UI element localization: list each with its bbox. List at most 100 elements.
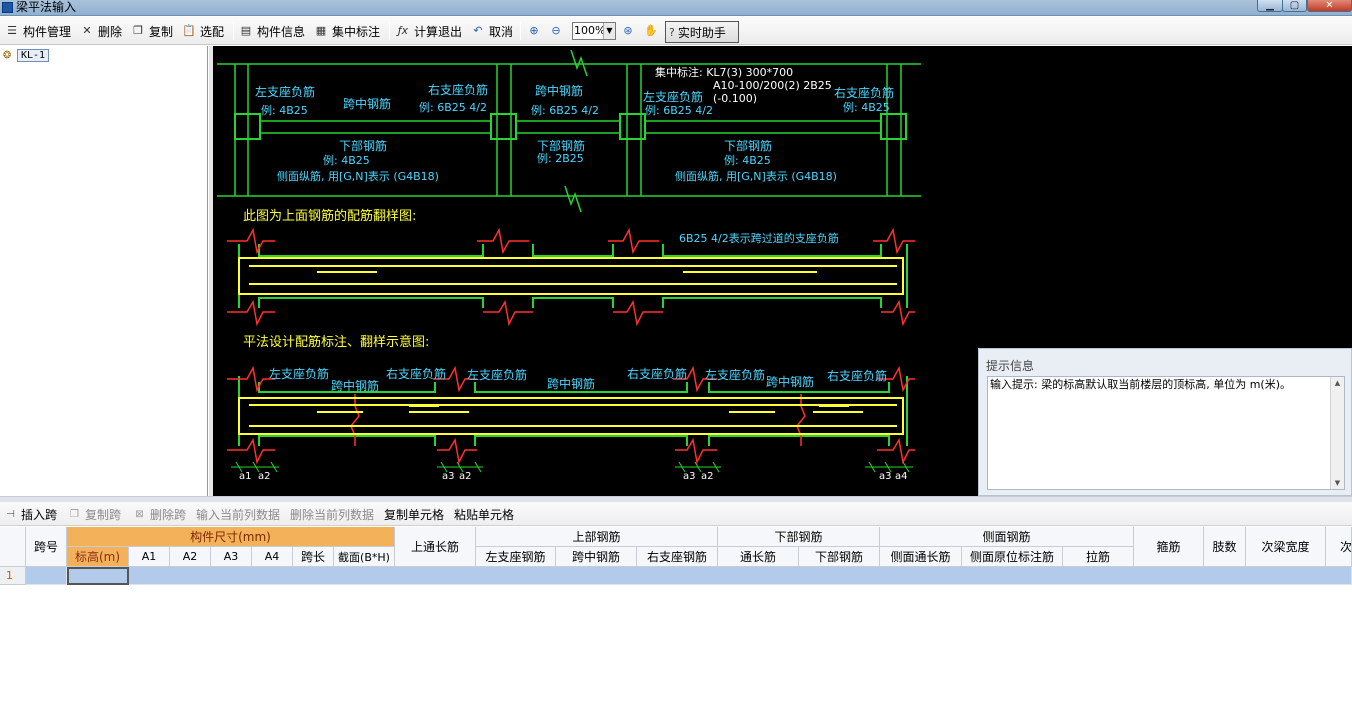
copy-span-button[interactable]: ❐ 复制跨 [68,506,121,522]
calc-exit-label: 计算退出 [414,24,463,39]
row-number[interactable]: 1 [0,567,26,585]
zoom-out-icon: ⊖ [551,24,561,37]
chevron-down-icon[interactable]: ▼ [603,23,615,39]
tree-node-label: KL-1 [17,49,50,62]
col-top-through[interactable]: 上通长筋 [395,527,476,567]
label-bottom-3-example: 例: 4B25 [724,153,771,167]
window-title: 梁平法输入 [16,0,77,14]
table-icon: ▦ [315,24,327,37]
paste-cell-button[interactable]: 粘贴单元格 [454,506,514,522]
col-span-no[interactable]: 跨号 [26,527,67,567]
zoom-in-button[interactable]: ⊕ [527,21,545,41]
group-top-bars: 上部钢筋 [476,527,718,547]
col-right-support[interactable]: 右支座钢筋 [637,547,718,567]
col-mid-span[interactable]: 跨中钢筋 [556,547,637,567]
delete-column-button[interactable]: 删除当前列数据 [290,506,374,522]
minimize-button[interactable]: ▁ [1257,0,1283,12]
insert-span-button[interactable]: ⊣ 插入跨 [4,506,57,522]
hint-panel: 提示信息 输入提示: 梁的标高默认取当前楼层的顶标高, 单位为 m(米)。 ▲ … [978,348,1352,496]
cell-span-no[interactable] [26,567,67,585]
col-a4[interactable]: A4 [252,547,293,567]
copy-button[interactable]: ❐ 复制 [131,21,173,41]
col-tie[interactable]: 拉筋 [1063,547,1134,567]
zoom-value: 100% [574,24,606,37]
col-side-through[interactable]: 侧面通长筋 [880,547,962,567]
delete-button[interactable]: ✕ 删除 [80,21,122,41]
cancel-label: 取消 [489,24,514,39]
toolbar-separator [233,22,234,40]
component-manage-button[interactable]: ☰ 构件管理 [5,21,71,41]
copy-icon: ❐ [70,508,79,520]
label-left-support-2: 左支座负筋 [643,89,703,104]
mid-diagram-note: 6B25 4/2表示跨过道的支座负筋 [679,231,839,245]
pan-button[interactable]: ✋ [644,21,662,41]
scroll-up-icon[interactable]: ▲ [1331,377,1344,389]
dim-a3: a3 [442,471,455,482]
col-section[interactable]: 截面(B*H) [334,547,395,567]
top-beam-diagram [217,49,921,213]
component-info-button[interactable]: ▤ 构件信息 [239,21,305,41]
col-bottom-through[interactable]: 通长筋 [718,547,799,567]
col-side-local[interactable]: 侧面原位标注筋 [962,547,1063,567]
dim-a2: a2 [258,471,271,482]
undo-icon: ↶ [473,24,483,37]
copy-cell-label: 复制单元格 [384,507,445,522]
zoom-out-button[interactable]: ⊖ [549,21,567,41]
fx-icon: ƒx [397,24,409,37]
tree-node[interactable]: ❂ KL-1 [3,49,50,62]
col-legs[interactable]: 肢数 [1204,527,1246,567]
col-bottom-bars[interactable]: 下部钢筋 [799,547,880,567]
select-config-button[interactable]: 📋 选配 [182,21,224,41]
dim-a1: a1 [239,471,252,482]
caption-1: 此图为上面钢筋的配筋翻样图: [243,208,416,224]
clipboard-icon: 📋 [182,24,196,37]
ann-right-support-3: 右支座负筋 [827,368,887,383]
label-bottom-2-example: 例: 2B25 [537,151,584,165]
help-icon: ? [669,25,675,39]
col-a3[interactable]: A3 [211,547,252,567]
concentrated-label-button[interactable]: ▦ 集中标注 [314,21,380,41]
label-bottom-2: 下部钢筋 [537,138,585,153]
cell-elevation[interactable] [67,567,129,585]
delete-span-button[interactable]: ⊠ 删除跨 [133,506,186,522]
label-right-support-2: 右支座负筋 [834,85,894,100]
calc-exit-button[interactable]: ƒx 计算退出 [396,21,462,41]
component-tree: ❂ KL-1 [0,46,208,496]
input-column-button[interactable]: 输入当前列数据 [196,506,280,522]
beam-span-table: 跨号 构件尺寸(mm) 上通长筋 上部钢筋 下部钢筋 侧面钢筋 箍筋 肢数 次梁… [0,527,1352,702]
insert-row-icon: ⊣ [6,508,15,520]
col-stirrup[interactable]: 箍筋 [1134,527,1204,567]
copy-cell-button[interactable]: 复制单元格 [384,506,444,522]
cancel-button[interactable]: ↶ 取消 [471,21,513,41]
caption-2: 平法设计配筋标注、翻样示意图: [243,334,429,350]
col-left-support[interactable]: 左支座钢筋 [476,547,556,567]
col-a1[interactable]: A1 [129,547,170,567]
label-left-support: 左支座负筋 [255,84,315,99]
hint-text-area[interactable]: 输入提示: 梁的标高默认取当前楼层的顶标高, 单位为 m(米)。 ▲ ▼ [987,376,1345,490]
input-column-label: 输入当前列数据 [196,507,281,522]
rebar-layout-diagram: 6B25 4/2表示跨过道的支座负筋 [227,227,915,327]
live-helper-button[interactable]: ? 实时助手 [665,21,739,43]
label-mid-span-2-example: 例: 6B25 4/2 [531,103,599,117]
delete-span-label: 删除跨 [150,507,187,522]
col-span-length[interactable]: 跨长 [293,547,334,567]
concentrated-label-line2: A10-100/200(2) 2B25 [713,79,832,92]
dim-a4: a4 [895,471,908,482]
close-button[interactable]: ✕ [1307,0,1352,12]
gear-icon: ❂ [3,49,12,61]
cell-rest-of-row[interactable] [129,567,1352,585]
col-elevation[interactable]: 标高(m) [67,547,129,567]
component-manage-label: 构件管理 [23,24,72,39]
ann-mid-span-1: 跨中钢筋 [331,378,379,393]
col-secondary-more[interactable]: 次 [1326,527,1352,567]
maximize-button[interactable]: ▢ [1282,0,1307,12]
label-right-support-2-example: 例: 4B25 [843,100,890,114]
hint-scrollbar[interactable]: ▲ ▼ [1330,377,1344,489]
col-secondary-width[interactable]: 次梁宽度 [1246,527,1326,567]
insert-span-label: 插入跨 [21,507,58,522]
scroll-down-icon[interactable]: ▼ [1331,477,1344,489]
zoom-select[interactable]: 100% ▼ [572,22,616,40]
group-side-bars: 侧面钢筋 [880,527,1134,547]
col-a2[interactable]: A2 [170,547,211,567]
zoom-fit-button[interactable]: ⊛ [621,21,639,41]
